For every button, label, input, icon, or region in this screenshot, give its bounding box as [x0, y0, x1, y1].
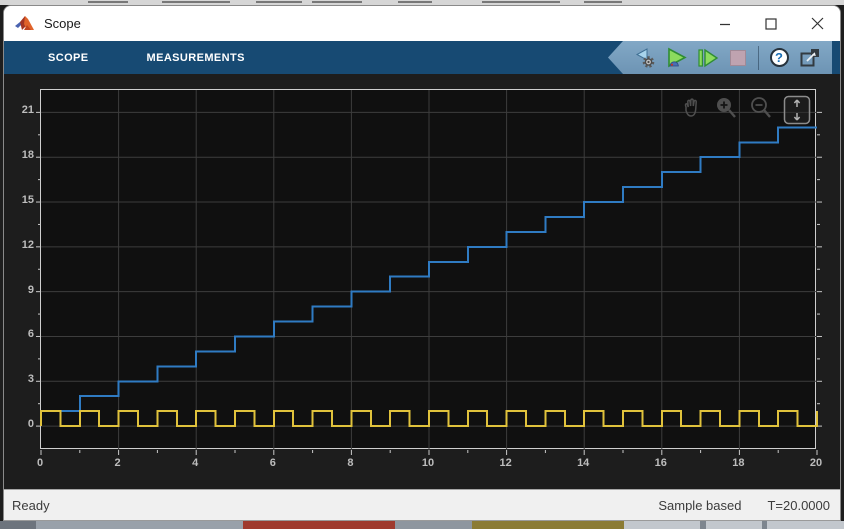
- y-tick-label: 21: [21, 104, 34, 117]
- zoom-out-icon[interactable]: [748, 95, 774, 121]
- status-sim-time: T=20.0000: [767, 497, 830, 513]
- step-back-settings-button[interactable]: [632, 45, 658, 71]
- x-tick-label: 12: [499, 457, 512, 469]
- backdrop-artifact: [243, 521, 395, 529]
- signal-pulse-square-wave[interactable]: [40, 410, 818, 428]
- titlebar[interactable]: Scope: [4, 6, 840, 41]
- x-tick-label: 18: [732, 457, 745, 469]
- backdrop-artifact: [762, 521, 767, 529]
- backdrop-artifact: [398, 1, 432, 3]
- backdrop-artifact: [0, 521, 36, 529]
- backdrop-artifact: [256, 1, 302, 3]
- tab-measurements[interactable]: MEASUREMENTS: [141, 52, 251, 64]
- backdrop-artifact: [395, 521, 472, 529]
- backdrop-artifact: [36, 521, 243, 529]
- x-tick-label: 14: [577, 457, 590, 469]
- stop-button[interactable]: [725, 45, 751, 71]
- toolstrip: SCOPE MEASUREMENTS ?: [4, 41, 840, 74]
- close-button[interactable]: [794, 6, 840, 41]
- backdrop-artifact: [88, 1, 128, 3]
- x-tick-label: 16: [654, 457, 667, 469]
- status-sample-mode: Sample based: [658, 497, 742, 513]
- maximize-button[interactable]: [748, 6, 794, 41]
- step-forward-icon: [698, 48, 719, 67]
- backdrop-artifact: [472, 521, 624, 529]
- x-tick-label: 10: [421, 457, 435, 469]
- x-tick-label: 8: [347, 457, 354, 469]
- stop-icon: [730, 49, 746, 66]
- plot-canvas[interactable]: [36, 90, 822, 455]
- step-back-gear-icon: [635, 47, 655, 68]
- plot-region: 0 3 6 9 12 15 18 21 0 2 4 6 8 10 12 14 16 18 20: [4, 74, 840, 489]
- minimize-button[interactable]: [702, 6, 748, 41]
- help-button[interactable]: ?: [766, 45, 792, 71]
- axes-hover-toolbar: [671, 95, 811, 125]
- toolbar-separator: [758, 45, 759, 70]
- step-forward-button[interactable]: [694, 45, 720, 71]
- zoom-in-icon[interactable]: [713, 95, 739, 121]
- x-tick-label: 6: [269, 457, 276, 469]
- run-icon: [668, 47, 687, 67]
- undock-icon: [800, 48, 819, 66]
- x-tick-label: 2: [114, 457, 121, 469]
- axes-frame[interactable]: [36, 89, 822, 455]
- y-tick-label: 9: [27, 283, 34, 296]
- backdrop-bottom-strip: [0, 521, 844, 529]
- y-tick-label: 6: [27, 328, 34, 341]
- backdrop-artifact: [312, 1, 362, 3]
- y-tick-label: 0: [27, 418, 34, 431]
- pan-hand-icon[interactable]: [680, 95, 704, 121]
- tab-scope[interactable]: SCOPE: [42, 52, 95, 64]
- backdrop-artifact: [624, 521, 844, 529]
- scope-window: Scope SCOPE MEASUREMENTS ? 0 3 6 9 12 15…: [3, 5, 841, 521]
- statusbar: Ready Sample based T=20.0000: [4, 489, 840, 520]
- autoscale-icon[interactable]: [783, 95, 811, 125]
- y-tick-label: 18: [21, 149, 34, 162]
- backdrop-artifact: [584, 1, 622, 3]
- status-state: Ready: [12, 497, 50, 513]
- y-tick-label: 12: [21, 238, 34, 251]
- undock-button[interactable]: [797, 45, 823, 71]
- run-button[interactable]: [663, 45, 689, 71]
- y-tick-label: 15: [21, 194, 34, 207]
- x-tick-label: 4: [192, 457, 199, 469]
- help-icon: ?: [769, 48, 789, 67]
- y-tick-label: 3: [27, 373, 34, 386]
- backdrop-artifact: [700, 521, 706, 529]
- matlab-logo-icon: [15, 15, 34, 30]
- backdrop-artifact: [162, 1, 230, 3]
- x-tick-label: 20: [809, 457, 823, 469]
- x-tick-label: 0: [36, 457, 44, 469]
- backdrop-artifact: [482, 1, 560, 3]
- window-title: Scope: [44, 16, 81, 31]
- simulate-toolbar: ?: [608, 41, 832, 74]
